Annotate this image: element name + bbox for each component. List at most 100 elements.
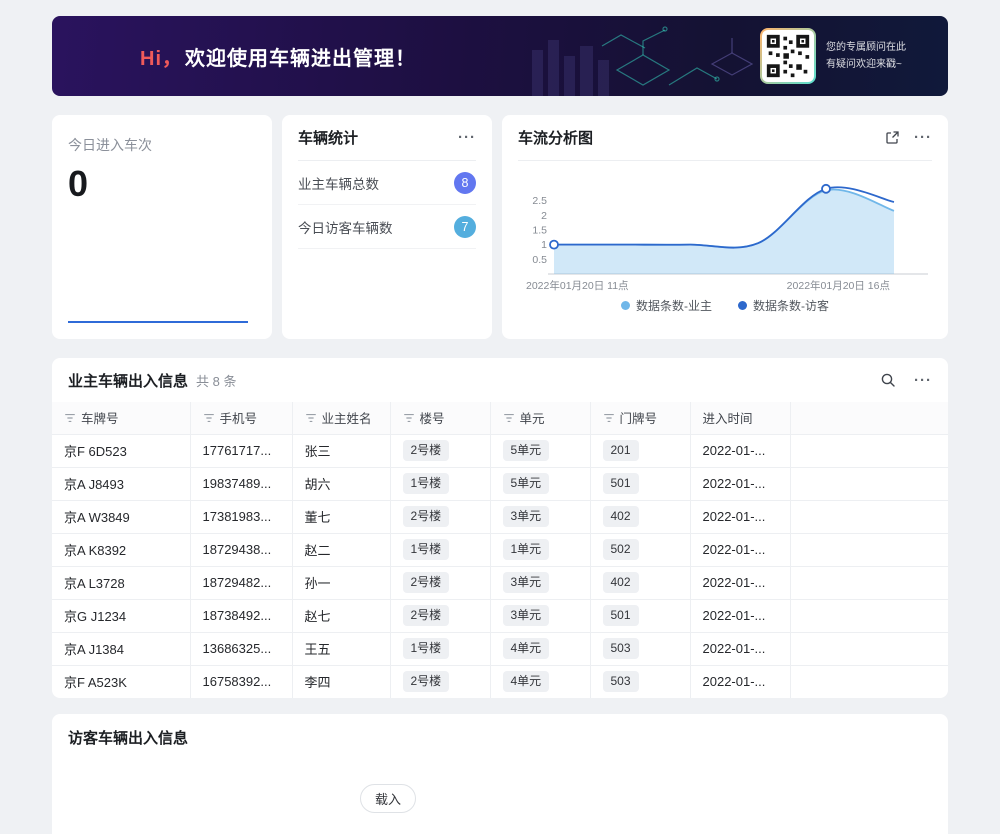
table-row[interactable]: 京F 6D52317761717...张三2号楼5单元2012022-01-..…: [52, 434, 948, 467]
table-cell[interactable]: 孙一: [292, 566, 390, 599]
table-cell[interactable]: 4单元: [490, 632, 590, 665]
table-cell[interactable]: 402: [590, 500, 690, 533]
table-row[interactable]: 京A J849319837489...胡六 1号楼 5单元 5012022-01-..…: [52, 467, 948, 500]
table-cell[interactable]: 2号楼: [390, 566, 490, 599]
table-cell[interactable]: 17381983...: [190, 500, 292, 533]
table-cell[interactable]: 京A J8493: [52, 467, 190, 500]
table-cell[interactable]: 1号楼: [390, 533, 490, 566]
table-row[interactable]: 京A L372818729482...孙一 2号楼 3单元4022022-01-..…: [52, 566, 948, 599]
cell-tag: 4单元: [503, 671, 550, 692]
table-cell[interactable]: 201: [590, 434, 690, 467]
table-cell[interactable]: 赵二: [292, 533, 390, 566]
table-cell[interactable]: 2号楼: [390, 599, 490, 632]
column-label: 业主姓名: [322, 412, 372, 426]
column-header[interactable]: 业主姓名: [292, 402, 390, 434]
more-menu-icon[interactable]: ···: [458, 130, 476, 145]
export-icon[interactable]: [884, 130, 900, 146]
column-header[interactable]: 进入时间: [690, 402, 790, 434]
field-icon: [403, 412, 415, 427]
table-cell[interactable]: 2022-01-...: [690, 566, 790, 599]
table-cell[interactable]: 2022-01-...: [690, 665, 790, 698]
column-header[interactable]: 门牌号: [590, 402, 690, 434]
table-cell[interactable]: 3单元: [490, 599, 590, 632]
visitor-table-card: 访客车辆出入信息 载入: [52, 714, 948, 834]
page: Hi，欢迎使用车辆进出管理！: [52, 0, 948, 834]
table-cell[interactable]: 2022-01-...: [690, 632, 790, 665]
table-cell[interactable]: 王五: [292, 632, 390, 665]
legend-dot: [738, 301, 747, 310]
table-cell[interactable]: 18738492...: [190, 599, 292, 632]
cell-tag: 5单元: [503, 473, 550, 494]
cell-tag: 502: [603, 539, 639, 560]
table-cell[interactable]: 402: [590, 566, 690, 599]
column-header[interactable]: 单元: [490, 402, 590, 434]
table-cell[interactable]: 502: [590, 533, 690, 566]
column-header[interactable]: 楼号: [390, 402, 490, 434]
column-label: 进入时间: [703, 412, 753, 426]
table-row[interactable]: 京F A523K16758392...李四 2号楼 4单元 5032022-01-..…: [52, 665, 948, 698]
table-row[interactable]: 京A W384917381983...董七2号楼3单元4022022-01-..…: [52, 500, 948, 533]
load-button[interactable]: 载入: [360, 784, 416, 813]
search-icon[interactable]: [880, 372, 896, 388]
svg-text:2: 2: [541, 210, 547, 222]
table-cell[interactable]: 501: [590, 467, 690, 500]
column-header[interactable]: 车牌号: [52, 402, 190, 434]
table-cell[interactable]: 京A J1384: [52, 632, 190, 665]
table-cell[interactable]: 3单元: [490, 566, 590, 599]
table-cell[interactable]: 503: [590, 665, 690, 698]
table-cell[interactable]: 京G J1234: [52, 599, 190, 632]
table-row[interactable]: 京A J138413686325...王五1号楼4单元5032022-01-..…: [52, 632, 948, 665]
column-header[interactable]: 手机号: [190, 402, 292, 434]
table-cell[interactable]: 京A W3849: [52, 500, 190, 533]
stat-item[interactable]: 今日访客车辆数7: [298, 205, 476, 249]
table-cell[interactable]: 503: [590, 632, 690, 665]
legend-item[interactable]: 数据条数-访客: [738, 297, 829, 314]
table-cell[interactable]: 3单元: [490, 500, 590, 533]
table-cell[interactable]: 李四: [292, 665, 390, 698]
stat-item[interactable]: 业主车辆总数8: [298, 161, 476, 205]
table-row[interactable]: 京G J123418738492...赵七2号楼3单元5012022-01-..…: [52, 599, 948, 632]
table-cell[interactable]: 13686325...: [190, 632, 292, 665]
table-cell[interactable]: 2号楼: [390, 434, 490, 467]
table-cell[interactable]: 董七: [292, 500, 390, 533]
table-cell[interactable]: 18729482...: [190, 566, 292, 599]
table-cell[interactable]: 16758392...: [190, 665, 292, 698]
field-icon: [503, 412, 515, 427]
cell-tag: 2号楼: [403, 671, 450, 692]
table-cell[interactable]: 2022-01-...: [690, 434, 790, 467]
table-cell[interactable]: 京A L3728: [52, 566, 190, 599]
table-cell[interactable]: 1单元: [490, 533, 590, 566]
table-cell[interactable]: 2号楼: [390, 665, 490, 698]
legend-item[interactable]: 数据条数-业主: [621, 297, 712, 314]
table-cell[interactable]: 17761717...: [190, 434, 292, 467]
table-cell[interactable]: 张三: [292, 434, 390, 467]
table-cell[interactable]: 2022-01-...: [690, 599, 790, 632]
table-cell[interactable]: 501: [590, 599, 690, 632]
qr-code[interactable]: [760, 28, 816, 84]
more-menu-icon[interactable]: ···: [914, 130, 932, 145]
table-cell[interactable]: 4单元: [490, 665, 590, 698]
table-cell[interactable]: 2号楼: [390, 500, 490, 533]
cell-tag: 1号楼: [403, 473, 450, 494]
table-cell[interactable]: 1号楼: [390, 632, 490, 665]
banner-decoration-graphic: [412, 16, 762, 96]
table-cell[interactable]: 京F A523K: [52, 665, 190, 698]
banner-greeting-text: 欢迎使用车辆进出管理！: [185, 48, 416, 70]
table-cell[interactable]: 京A K8392: [52, 533, 190, 566]
table-cell[interactable]: 京F 6D523: [52, 434, 190, 467]
table-cell-filler: [790, 500, 948, 533]
cell-tag: 2号楼: [403, 572, 450, 593]
flow-chart: 0.511.522.52022年01月20日 11点2022年01月20日 16…: [518, 167, 932, 295]
table-cell[interactable]: 19837489...: [190, 467, 292, 500]
more-menu-icon[interactable]: ···: [914, 373, 932, 388]
table-cell[interactable]: 5单元: [490, 467, 590, 500]
table-cell[interactable]: 1号楼: [390, 467, 490, 500]
table-row[interactable]: 京A K839218729438...赵二1号楼1单元 502 2022-01-..…: [52, 533, 948, 566]
table-cell[interactable]: 胡六: [292, 467, 390, 500]
table-cell[interactable]: 2022-01-...: [690, 467, 790, 500]
table-cell[interactable]: 18729438...: [190, 533, 292, 566]
table-cell[interactable]: 5单元: [490, 434, 590, 467]
table-cell[interactable]: 2022-01-...: [690, 533, 790, 566]
table-cell[interactable]: 2022-01-...: [690, 500, 790, 533]
table-cell[interactable]: 赵七: [292, 599, 390, 632]
